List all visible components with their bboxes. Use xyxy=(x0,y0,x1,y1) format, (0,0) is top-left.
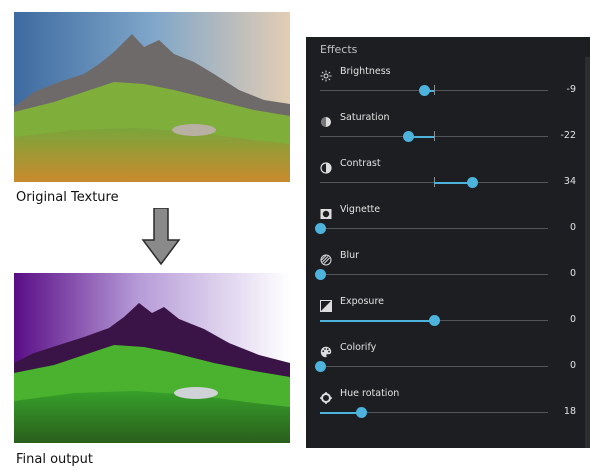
slider-thumb[interactable] xyxy=(314,223,326,234)
effect-label: Colorify xyxy=(340,342,377,353)
exposure-icon xyxy=(320,297,332,312)
effect-value: 0 xyxy=(569,360,576,371)
effects-panel: Effects Brightness -9 Saturation -22 Contras… xyxy=(306,37,590,448)
palette-icon xyxy=(320,343,332,358)
effect-value: -9 xyxy=(566,84,576,95)
effect-exposure: Exposure 0 xyxy=(306,296,590,343)
slider-neutral-tick xyxy=(434,85,435,95)
effect-value: 0 xyxy=(569,314,576,325)
slider-thumb[interactable] xyxy=(355,407,367,418)
effect-label: Brightness xyxy=(340,66,391,77)
panel-title: Effects xyxy=(320,43,358,56)
effect-label: Vignette xyxy=(340,204,381,215)
effect-label: Hue rotation xyxy=(340,388,400,399)
effect-value: 34 xyxy=(563,176,576,187)
slider-track[interactable] xyxy=(320,228,548,229)
sun-icon xyxy=(320,67,332,82)
effect-label: Saturation xyxy=(340,112,390,123)
slider-thumb[interactable] xyxy=(314,269,326,280)
slider-thumb[interactable] xyxy=(467,177,479,188)
effect-blur: Blur 0 xyxy=(306,250,590,297)
effect-saturation: Saturation -22 xyxy=(306,112,590,159)
half-sphere-icon xyxy=(320,113,332,127)
effect-value: 0 xyxy=(569,222,576,233)
effect-value: -22 xyxy=(560,130,576,141)
slider-thumb[interactable] xyxy=(428,315,440,326)
slider-track[interactable] xyxy=(320,274,548,275)
effect-label: Blur xyxy=(340,250,360,261)
slider-thumb[interactable] xyxy=(314,361,326,372)
slider-thumb[interactable] xyxy=(419,85,431,96)
original-texture-caption: Original Texture xyxy=(16,190,119,205)
original-texture-image xyxy=(14,12,290,182)
effect-label: Contrast xyxy=(340,158,381,169)
blur-icon xyxy=(320,251,332,266)
slider-neutral-tick xyxy=(434,131,435,141)
effect-brightness: Brightness -9 xyxy=(306,66,590,113)
effect-contrast: Contrast 34 xyxy=(306,158,590,205)
final-output-image xyxy=(14,273,290,443)
slider-thumb[interactable] xyxy=(403,131,415,142)
slider-fill xyxy=(320,411,362,414)
contrast-icon xyxy=(320,159,332,174)
effect-value: 0 xyxy=(569,268,576,279)
final-output-caption: Final output xyxy=(16,452,93,467)
effect-value: 18 xyxy=(563,406,576,417)
slider-track[interactable] xyxy=(320,366,548,367)
effect-colorify: Colorify 0 xyxy=(306,342,590,389)
hue-ring-icon xyxy=(320,389,332,404)
effect-hue: Hue rotation 18 xyxy=(306,388,590,435)
slider-fill xyxy=(320,319,434,322)
down-arrow-icon xyxy=(141,207,181,266)
effect-vignette: Vignette 0 xyxy=(306,204,590,251)
effect-label: Exposure xyxy=(340,296,384,307)
vignette-icon xyxy=(320,205,332,219)
